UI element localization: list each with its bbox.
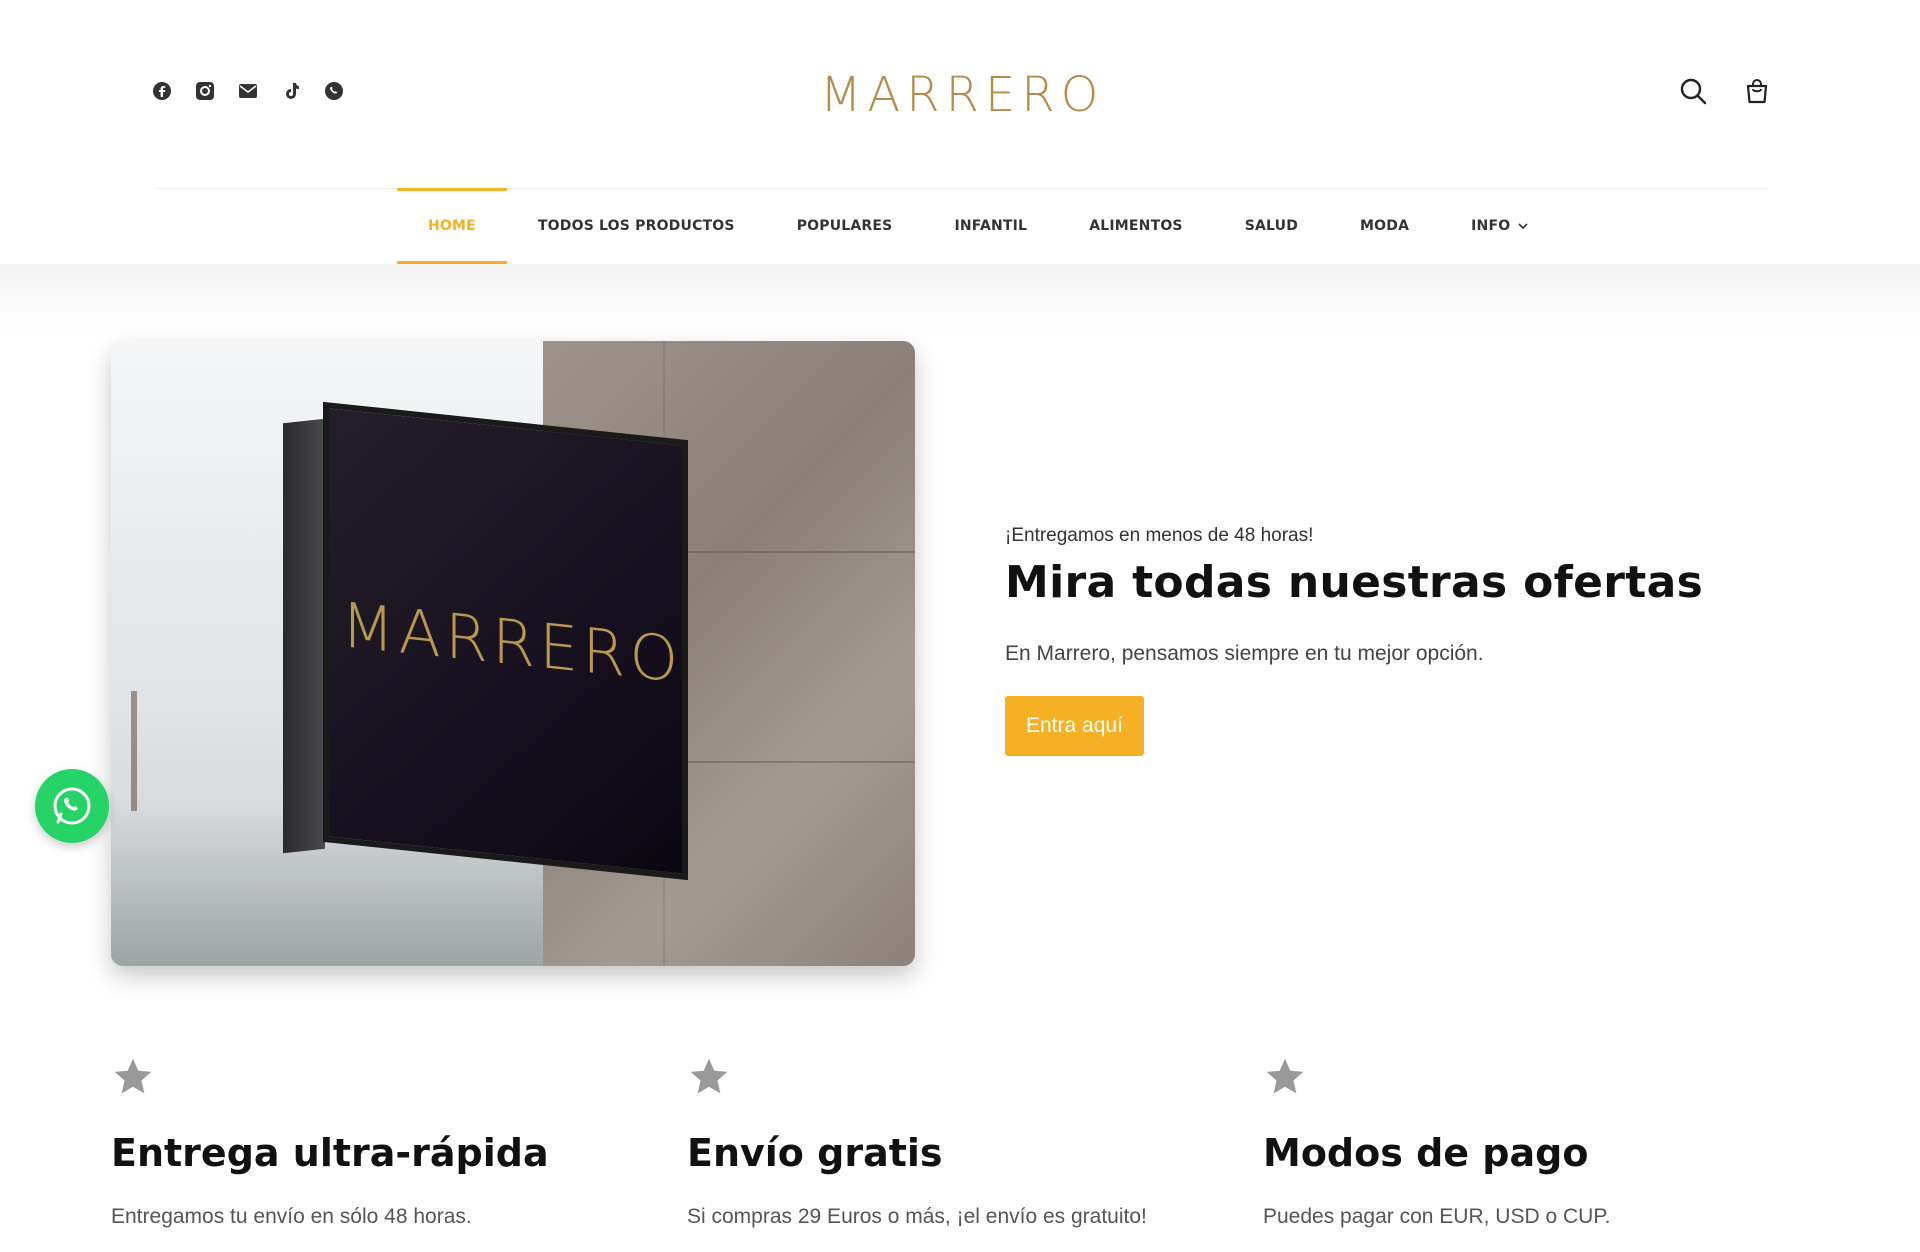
nav-item-populares[interactable]: POPULARES: [766, 188, 924, 264]
star-icon: [690, 1058, 728, 1094]
feature-entrega: Entrega ultra-rápida Entregamos tu envío…: [111, 1055, 631, 1229]
whatsapp-float-button[interactable]: [35, 769, 109, 843]
whatsapp-icon: [53, 787, 91, 825]
cta-button[interactable]: Entra aquí: [1005, 696, 1144, 756]
star-icon: [114, 1058, 152, 1094]
nav-item-home[interactable]: HOME: [397, 188, 507, 264]
feature-title: Modos de pago: [1263, 1131, 1589, 1175]
nav-item-info[interactable]: INFO: [1440, 188, 1559, 264]
nav-item-moda[interactable]: MODA: [1329, 188, 1440, 264]
search-icon[interactable]: [1678, 76, 1708, 106]
star-icon: [1266, 1058, 1304, 1094]
feature-title: Entrega ultra-rápida: [111, 1131, 549, 1175]
tiktok-icon[interactable]: [280, 80, 302, 102]
nav-item-info-label: INFO: [1471, 218, 1511, 234]
nav-item-infantil[interactable]: INFANTIL: [923, 188, 1058, 264]
logo-text: MARRERO: [820, 67, 1105, 123]
feature-envio: Envío gratis Si compras 29 Euros o más, …: [687, 1055, 1207, 1229]
nav-item-alimentos[interactable]: ALIMENTOS: [1058, 188, 1214, 264]
cart-icon[interactable]: [1742, 76, 1772, 106]
facebook-icon[interactable]: [151, 80, 173, 102]
main-nav: HOME TODOS LOS PRODUCTOS POPULARES INFAN…: [397, 188, 1559, 264]
email-icon[interactable]: [237, 80, 259, 102]
nav-item-salud[interactable]: SALUD: [1214, 188, 1329, 264]
hero-eyebrow: ¡Entregamos en menos de 48 horas!: [1005, 525, 1314, 546]
feature-text: Entregamos tu envío en sólo 48 horas.: [111, 1205, 472, 1228]
instagram-icon[interactable]: [194, 80, 216, 102]
site-logo[interactable]: MARRERO: [820, 60, 1100, 130]
site-header: MARRERO HOME TODOS LOS PRODUCTOS POPULAR…: [0, 0, 1920, 264]
hero-title: Mira todas nuestras ofertas: [1005, 557, 1704, 608]
header-shadow-band: [0, 264, 1920, 334]
hero-content: ¡Entregamos en menos de 48 horas! Mira t…: [1005, 525, 1765, 756]
hero-image: MARRERO: [111, 341, 915, 966]
feature-title: Envío gratis: [687, 1131, 943, 1175]
feature-text: Si compras 29 Euros o más, ¡el envío es …: [687, 1205, 1147, 1228]
hero-subtitle: En Marrero, pensamos siempre en tu mejor…: [1005, 642, 1484, 665]
feature-pago: Modos de pago Puedes pagar con EUR, USD …: [1263, 1055, 1783, 1229]
header-actions: [1678, 76, 1772, 106]
sign-side: [283, 418, 325, 854]
nav-item-todos-los-productos[interactable]: TODOS LOS PRODUCTOS: [507, 188, 766, 264]
feature-text: Puedes pagar con EUR, USD o CUP.: [1263, 1205, 1611, 1228]
whatsapp-icon[interactable]: [323, 80, 345, 102]
social-links: [151, 80, 345, 102]
chevron-down-icon: [1518, 218, 1528, 234]
